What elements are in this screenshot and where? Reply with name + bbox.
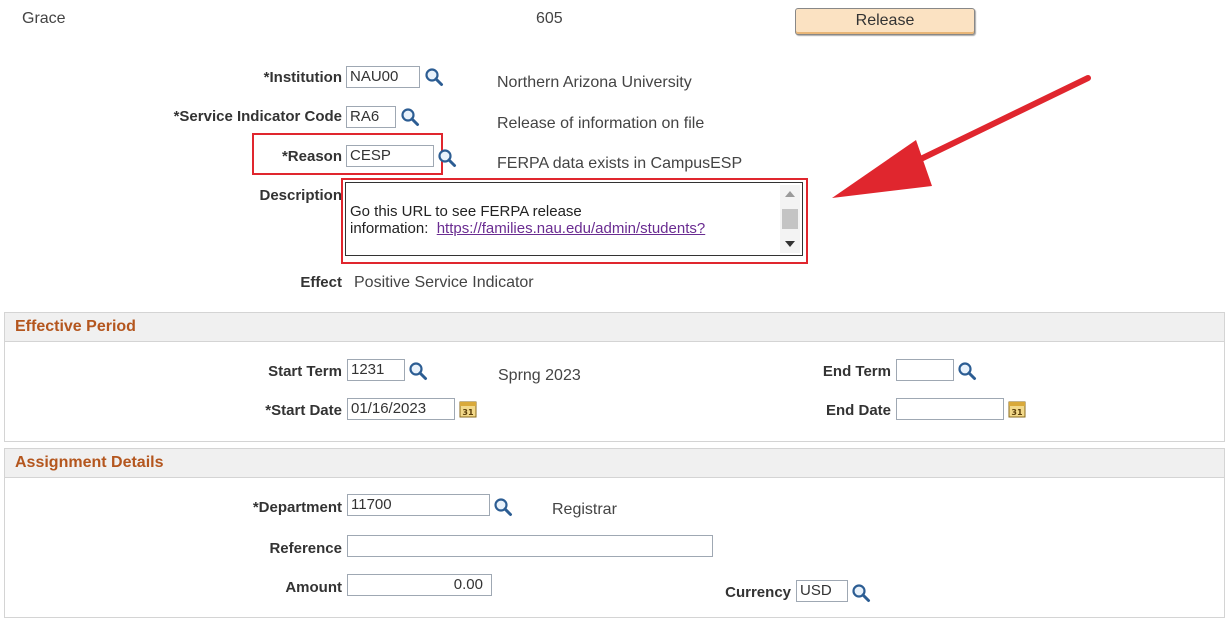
person-name: Grace — [22, 10, 66, 27]
scroll-down-arrow-icon[interactable] — [785, 241, 795, 247]
service-indicator-label: *Service Indicator Code — [173, 108, 342, 125]
institution-label: *Institution — [263, 69, 342, 86]
start-term-input[interactable]: 1231 — [347, 359, 405, 381]
currency-label: Currency — [725, 584, 791, 601]
reference-label: Reference — [269, 540, 342, 557]
scroll-thumb[interactable] — [782, 209, 798, 229]
service-indicator-lookup-icon[interactable] — [400, 107, 420, 127]
currency-lookup-icon[interactable] — [851, 583, 871, 603]
red-arrow-icon — [832, 75, 1091, 198]
institution-input[interactable]: NAU00 — [346, 66, 420, 88]
scroll-up-arrow-icon[interactable] — [785, 191, 795, 197]
service-indicator-input[interactable]: RA6 — [346, 106, 396, 128]
start-term-description: Sprng 2023 — [498, 367, 581, 384]
department-description: Registrar — [552, 501, 617, 518]
description-textarea[interactable]: Go this URL to see FERPA release informa… — [345, 182, 803, 256]
service-indicator-description: Release of information on file — [497, 115, 705, 132]
description-label: Description — [259, 187, 342, 204]
assignment-details-section: Assignment Details — [4, 448, 1225, 618]
effect-label: Effect — [300, 274, 342, 291]
institution-description: Northern Arizona University — [497, 74, 692, 91]
amount-input[interactable]: 0.00 — [347, 574, 492, 596]
start-term-lookup-icon[interactable] — [408, 361, 428, 381]
department-input[interactable]: 11700 — [347, 494, 490, 516]
start-date-input[interactable]: 01/16/2023 — [347, 398, 455, 420]
end-date-calendar-icon[interactable] — [1008, 400, 1026, 418]
record-number: 605 — [536, 10, 563, 27]
end-term-lookup-icon[interactable] — [957, 361, 977, 381]
department-label: *Department — [252, 499, 342, 516]
assignment-details-title: Assignment Details — [5, 449, 1224, 478]
description-line-2-prefix: information: — [350, 220, 429, 237]
start-term-label: Start Term — [268, 363, 342, 380]
effective-period-section: Effective Period — [4, 312, 1225, 442]
effect-value: Positive Service Indicator — [354, 274, 534, 291]
end-date-label: End Date — [825, 402, 891, 419]
end-term-label: End Term — [822, 363, 891, 380]
reason-label: *Reason — [281, 148, 342, 165]
currency-input[interactable]: USD — [796, 580, 848, 602]
institution-lookup-icon[interactable] — [424, 67, 444, 87]
end-date-input[interactable] — [896, 398, 1004, 420]
end-term-input[interactable] — [896, 359, 954, 381]
department-lookup-icon[interactable] — [493, 497, 513, 517]
release-button[interactable]: Release — [795, 8, 975, 35]
amount-label: Amount — [285, 579, 342, 596]
reference-input[interactable] — [347, 535, 713, 557]
start-date-label: *Start Date — [265, 402, 342, 419]
reason-input[interactable]: CESP — [346, 145, 434, 167]
reason-lookup-icon[interactable] — [437, 148, 457, 168]
description-url-link[interactable]: https://families.nau.edu/admin/students? — [437, 220, 706, 237]
description-scrollbar[interactable] — [780, 185, 800, 253]
description-line-1: Go this URL to see FERPA release — [350, 203, 582, 220]
effective-period-title: Effective Period — [5, 313, 1224, 342]
start-date-calendar-icon[interactable] — [459, 400, 477, 418]
reason-description: FERPA data exists in CampusESP — [497, 155, 743, 172]
